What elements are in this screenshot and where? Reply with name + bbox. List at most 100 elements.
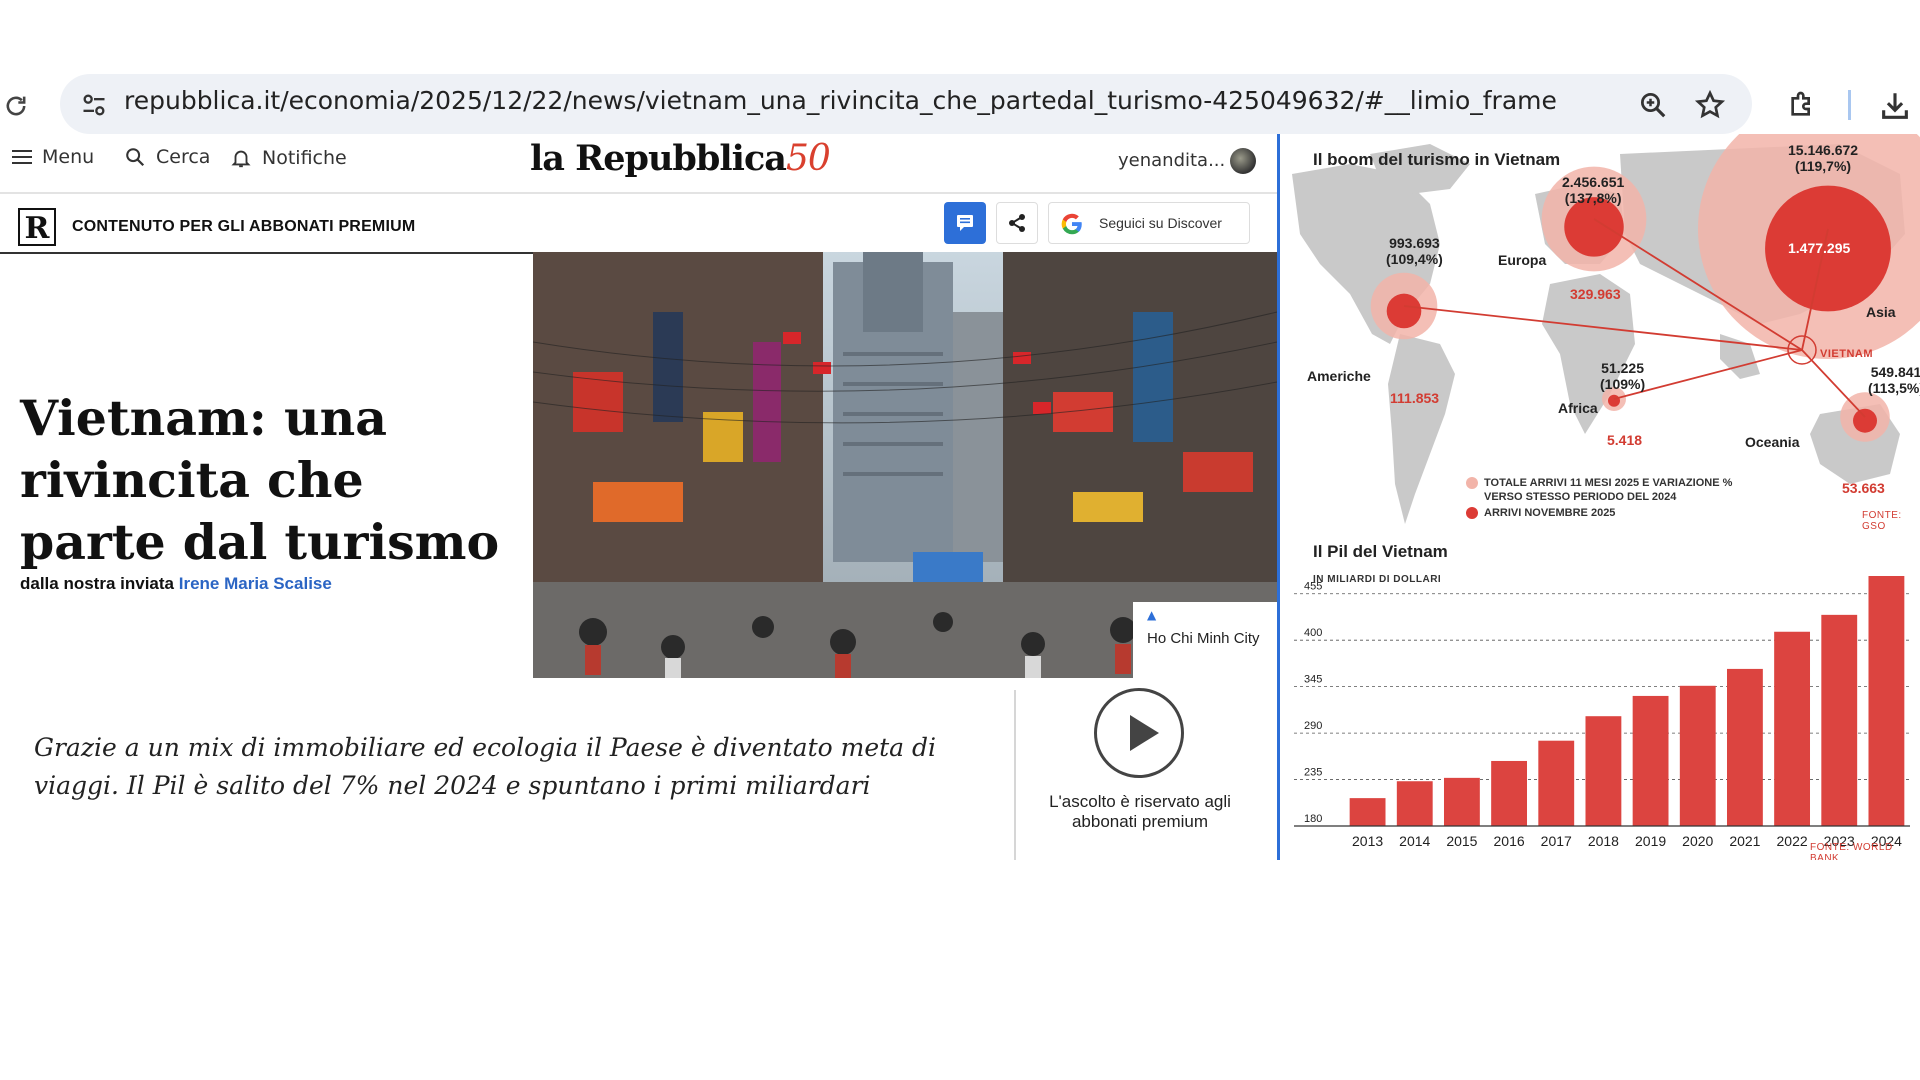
y-tick-label: 455: [1304, 581, 1322, 593]
y-tick-label: 400: [1304, 627, 1322, 639]
bar-2024: [1868, 576, 1905, 826]
africa-label: Africa: [1558, 400, 1598, 416]
americhe-total-value: 993.693: [1389, 235, 1440, 251]
x-tick-label: 2017: [1541, 833, 1572, 849]
toolbar-separator: [1848, 90, 1851, 120]
bar-2014: [1396, 781, 1433, 826]
zoom-icon[interactable]: [1638, 90, 1668, 120]
user-name[interactable]: yenandita...: [1118, 150, 1225, 171]
y-tick-label: 290: [1304, 720, 1322, 732]
europa-change: (137,8%): [1564, 190, 1622, 206]
legend-total-line1: TOTALE ARRIVI 11 MESI 2025 E VARIAZIONE …: [1484, 477, 1733, 489]
y-tick-label: 180: [1304, 813, 1322, 825]
google-icon: [1061, 213, 1082, 235]
africa-total: 51.225 (109%): [1600, 360, 1645, 392]
article-summary: Grazie a un mix di immobiliare ed ecolog…: [34, 733, 937, 800]
url-text[interactable]: repubblica.it/economia/2025/12/22/news/v…: [124, 86, 1557, 115]
bar-2022: [1774, 631, 1811, 826]
legend-total-line2: VERSO STESSO PERIODO DEL 2024: [1484, 491, 1677, 503]
search-icon: [126, 148, 145, 167]
asia-change: (119,7%): [1795, 158, 1852, 174]
bubble-november-africa: [1608, 394, 1620, 407]
bar-2016: [1491, 760, 1528, 826]
share-icon: [1009, 214, 1025, 232]
x-tick-label: 2019: [1635, 833, 1666, 849]
author-link[interactable]: Irene Maria Scalise: [179, 574, 332, 593]
americhe-label: Americhe: [1307, 368, 1371, 384]
avatar[interactable]: [1230, 148, 1256, 174]
bubble-november-oceania: [1853, 408, 1877, 433]
americhe-november: 111.853: [1390, 390, 1440, 406]
discover-label: Seguici su Discover: [1099, 215, 1222, 231]
logo-50-badge: 50: [785, 138, 831, 179]
reload-icon[interactable]: [2, 92, 30, 120]
repubblica-logo[interactable]: la Repubblica50: [530, 138, 831, 179]
notifications-button[interactable]: Notifiche: [230, 146, 347, 170]
extensions-icon[interactable]: [1786, 89, 1818, 121]
map-title: Il boom del turismo in Vietnam: [1313, 150, 1561, 169]
comment-icon: [957, 215, 973, 231]
bookmark-star-icon[interactable]: [1694, 89, 1726, 121]
share-button[interactable]: [996, 202, 1038, 244]
article-headline: Vietnam: una rivincita che parte dal tur…: [20, 388, 500, 571]
x-tick-label: 2020: [1682, 833, 1713, 849]
hamburger-icon: [12, 150, 32, 164]
asia-november: 1.477.295: [1788, 240, 1851, 256]
x-tick-label: 2021: [1729, 833, 1760, 849]
bar-2023: [1821, 614, 1858, 826]
europa-label: Europa: [1498, 252, 1547, 268]
africa-november: 5.418: [1607, 432, 1643, 448]
download-icon[interactable]: [1878, 89, 1912, 123]
x-tick-label: 2013: [1352, 833, 1383, 849]
photo-caption: Ho Chi Minh City: [1147, 630, 1260, 647]
audio-play-button[interactable]: [1094, 688, 1184, 778]
legend-total: TOTALE ARRIVI 11 MESI 2025 E VARIAZIONE …: [1466, 476, 1732, 490]
map-legend: TOTALE ARRIVI 11 MESI 2025 E VARIAZIONE …: [1466, 476, 1732, 520]
bar-2013: [1349, 798, 1386, 826]
bar-2020: [1679, 685, 1716, 826]
photo-caption-box: ▲ Ho Chi Minh City: [1133, 602, 1277, 678]
map-source: FONTE: GSO: [1862, 510, 1902, 532]
bar-2018: [1585, 716, 1622, 826]
asia-total: 15.146.672 (119,7%): [1788, 142, 1858, 174]
site-info-icon[interactable]: [80, 91, 108, 119]
byline-prefix: dalla nostra inviata: [20, 574, 179, 593]
menu-label: Menu: [42, 146, 95, 168]
audio-premium-note: L'ascolto è riservato agli abbonati prem…: [1049, 792, 1231, 831]
legend-november-dot: [1466, 507, 1478, 520]
menu-button[interactable]: Menu: [12, 146, 94, 168]
bubble-november-europa: [1564, 197, 1624, 257]
europa-total-value: 2.456.651: [1562, 174, 1625, 190]
comments-button[interactable]: [944, 202, 986, 244]
legend-total-dot: [1466, 477, 1478, 490]
x-tick-label: 2014: [1399, 833, 1430, 849]
chart-source: FONTE: WORLD BANK: [1810, 842, 1893, 860]
americhe-total: 993.693 (109,4%): [1386, 235, 1443, 267]
article-frame: Menu Cerca Notifiche la Repubblica50 yen…: [0, 134, 1280, 860]
search-button[interactable]: Cerca: [124, 146, 210, 168]
europa-november: 329.963: [1570, 286, 1621, 302]
asia-total-value: 15.146.672: [1788, 142, 1859, 158]
site-header: Menu Cerca Notifiche la Repubblica50 yen…: [0, 134, 1277, 194]
byline: dalla nostra inviata Irene Maria Scalise: [20, 574, 332, 594]
y-tick-label: 345: [1304, 674, 1322, 686]
europa-total: 2.456.651 (137,8%): [1562, 174, 1624, 206]
play-icon: [1130, 715, 1159, 751]
oceania-total: 549.841 (113,5%): [1868, 364, 1920, 396]
bell-icon: [231, 150, 251, 168]
bar-2019: [1632, 695, 1669, 826]
bar-2021: [1726, 668, 1763, 826]
vietnam-label: VIETNAM: [1820, 348, 1873, 360]
africa-change: (109%): [1600, 376, 1646, 392]
africa-total-value: 51.225: [1601, 360, 1644, 376]
legend-november-label: ARRIVI NOVEMBRE 2025: [1484, 507, 1616, 519]
discover-button[interactable]: Seguici su Discover: [1048, 202, 1250, 244]
logo-text: la Repubblica: [530, 138, 787, 179]
oceania-november: 53.663: [1842, 480, 1885, 496]
notifications-label: Notifiche: [262, 147, 347, 169]
premium-label: CONTENUTO PER GLI ABBONATI PREMIUM: [72, 218, 416, 235]
x-tick-label: 2018: [1588, 833, 1619, 849]
caption-arrow-icon: ▲: [1147, 608, 1157, 622]
y-tick-label: 235: [1304, 767, 1322, 779]
x-tick-label: 2016: [1494, 833, 1525, 849]
